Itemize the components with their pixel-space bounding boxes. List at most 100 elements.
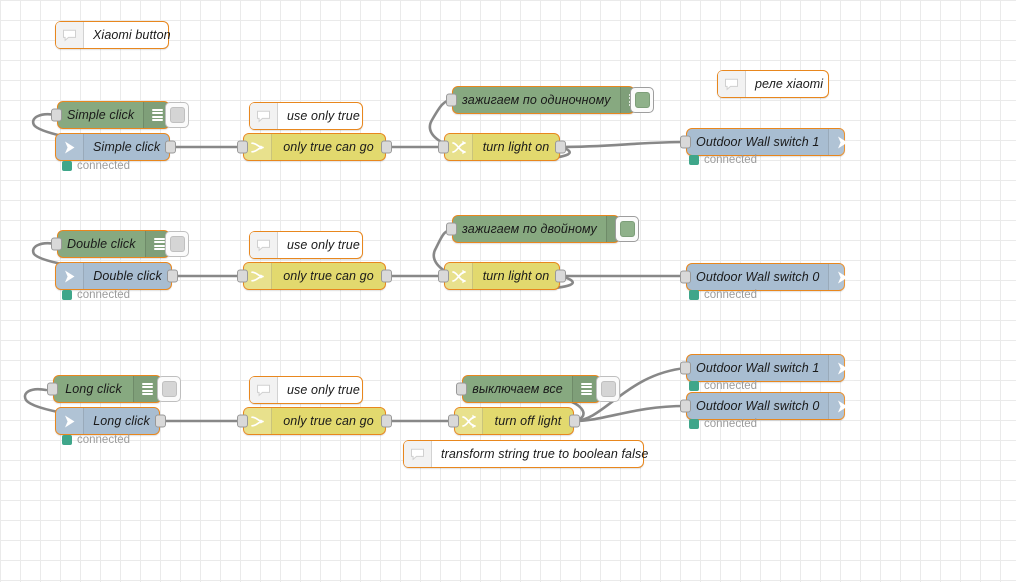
input-port[interactable] xyxy=(680,361,691,375)
status-dot xyxy=(62,290,72,300)
input-port[interactable] xyxy=(448,414,459,428)
comment-icon xyxy=(250,377,278,403)
comment-node-use-only-true-2[interactable]: use only true xyxy=(249,231,363,259)
switch-node-double-click[interactable]: only true can go xyxy=(237,262,392,290)
output-port[interactable] xyxy=(381,140,392,154)
input-port[interactable] xyxy=(680,399,691,413)
switch-node-simple-click[interactable]: only true can go xyxy=(237,133,392,161)
arrow-right-icon xyxy=(828,393,857,419)
change-icon xyxy=(445,263,473,289)
input-port[interactable] xyxy=(438,140,449,154)
output-port[interactable] xyxy=(167,269,178,283)
input-port[interactable] xyxy=(456,382,467,396)
status-label: connected xyxy=(77,289,131,301)
output-node-label: Outdoor Wall switch 1 xyxy=(696,361,820,375)
output-port[interactable] xyxy=(555,140,566,154)
comment-node-use-only-true-3[interactable]: use only true xyxy=(249,376,363,404)
output-node-outdoor-wall-switch-1-row1[interactable]: Outdoor Wall switch 1 xyxy=(680,128,857,156)
comment-icon xyxy=(250,103,278,129)
output-node-outdoor-wall-switch-0-row2[interactable]: Outdoor Wall switch 0 xyxy=(680,263,857,291)
output-port[interactable] xyxy=(381,414,392,428)
comment-node-transform[interactable]: transform string true to boolean false xyxy=(403,440,648,468)
source-node-double-click[interactable]: Double click xyxy=(55,262,178,290)
comment-label: transform string true to boolean false xyxy=(441,447,649,461)
comment-label: use only true xyxy=(287,109,360,123)
node-button-simple-click[interactable] xyxy=(165,102,189,128)
status-label: connected xyxy=(704,380,758,392)
source-node-label: Double click xyxy=(93,269,162,283)
node-button-debug-long[interactable] xyxy=(596,376,620,402)
input-port[interactable] xyxy=(680,135,691,149)
input-port[interactable] xyxy=(237,140,248,154)
comment-node-xiaomi-button[interactable]: Xiaomi button xyxy=(55,21,171,49)
node-button-indicator xyxy=(619,221,635,237)
wire-simple-change-to-output xyxy=(558,140,688,149)
output-node-outdoor-wall-switch-1-row3[interactable]: Outdoor Wall switch 1 xyxy=(680,354,857,382)
source-node-label: Simple click xyxy=(93,140,161,154)
output-port[interactable] xyxy=(381,269,392,283)
switch-icon xyxy=(244,408,272,434)
change-node-double-click[interactable]: turn light on xyxy=(438,262,566,290)
input-port[interactable] xyxy=(446,222,457,236)
debug-node-label: зажигаем по двойному xyxy=(462,222,597,236)
output-node-label: Outdoor Wall switch 0 xyxy=(696,399,820,413)
comment-label: use only true xyxy=(287,383,360,397)
output-port[interactable] xyxy=(555,269,566,283)
change-node-label: turn off light xyxy=(494,414,562,428)
flow-canvas[interactable]: Xiaomi button use only true use only tru… xyxy=(0,0,1016,582)
switch-icon xyxy=(244,263,272,289)
output-node-label: Outdoor Wall switch 0 xyxy=(696,270,820,284)
comment-node-use-only-true-1[interactable]: use only true xyxy=(249,102,363,130)
trigger-node-label: Long click xyxy=(65,382,122,396)
change-node-long-click[interactable]: turn off light xyxy=(448,407,580,435)
input-port[interactable] xyxy=(446,93,457,107)
arrow-right-icon xyxy=(56,408,84,434)
switch-node-long-click[interactable]: only true can go xyxy=(237,407,392,435)
debug-node-simple-click[interactable]: зажигаем по одиночному xyxy=(446,86,654,114)
output-port[interactable] xyxy=(165,140,176,154)
input-port[interactable] xyxy=(237,414,248,428)
comment-icon xyxy=(404,441,432,467)
input-port[interactable] xyxy=(237,269,248,283)
output-port[interactable] xyxy=(155,414,166,428)
status-outdoor-wall-switch-0-row2: connected xyxy=(689,289,757,301)
node-button-long-click[interactable] xyxy=(157,376,181,402)
node-button-indicator xyxy=(634,92,650,108)
output-node-label: Outdoor Wall switch 1 xyxy=(696,135,820,149)
status-label: connected xyxy=(704,154,758,166)
input-port[interactable] xyxy=(47,382,58,396)
arrow-right-icon xyxy=(828,129,857,155)
source-node-long-click[interactable]: Long click xyxy=(55,407,166,435)
change-node-simple-click[interactable]: turn light on xyxy=(438,133,566,161)
input-port[interactable] xyxy=(438,269,449,283)
switch-icon xyxy=(244,134,272,160)
node-button-indicator xyxy=(169,107,185,123)
status-outdoor-wall-switch-0-row3: connected xyxy=(689,418,757,430)
output-port[interactable] xyxy=(569,414,580,428)
status-dot xyxy=(689,419,699,429)
node-button-debug-simple[interactable] xyxy=(630,87,654,113)
debug-node-double-click[interactable]: зажигаем по двойному xyxy=(446,215,639,243)
input-port[interactable] xyxy=(51,237,62,251)
comment-icon xyxy=(56,22,84,48)
comment-label: реле xiaomi xyxy=(755,77,824,91)
output-node-outdoor-wall-switch-0-row3[interactable]: Outdoor Wall switch 0 xyxy=(680,392,857,420)
input-port[interactable] xyxy=(680,270,691,284)
source-node-simple-click[interactable]: Simple click xyxy=(55,133,176,161)
status-dot xyxy=(689,290,699,300)
node-button-double-click[interactable] xyxy=(165,231,189,257)
node-button-indicator xyxy=(600,381,616,397)
trigger-node-long-click[interactable]: Long click xyxy=(47,375,181,403)
trigger-node-double-click[interactable]: Double click xyxy=(51,230,189,258)
status-outdoor-wall-switch-1-row1: connected xyxy=(689,154,757,166)
input-port[interactable] xyxy=(51,108,62,122)
comment-node-rele-xiaomi[interactable]: реле xiaomi xyxy=(717,70,829,98)
debug-node-label: зажигаем по одиночному xyxy=(462,93,611,107)
arrow-right-icon xyxy=(828,264,857,290)
status-dot xyxy=(689,381,699,391)
node-button-debug-double[interactable] xyxy=(615,216,639,242)
trigger-node-simple-click[interactable]: Simple click xyxy=(51,101,189,129)
arrow-right-icon xyxy=(56,134,84,160)
debug-node-long-click[interactable]: выключаем все xyxy=(456,375,620,403)
status-label: connected xyxy=(704,289,758,301)
